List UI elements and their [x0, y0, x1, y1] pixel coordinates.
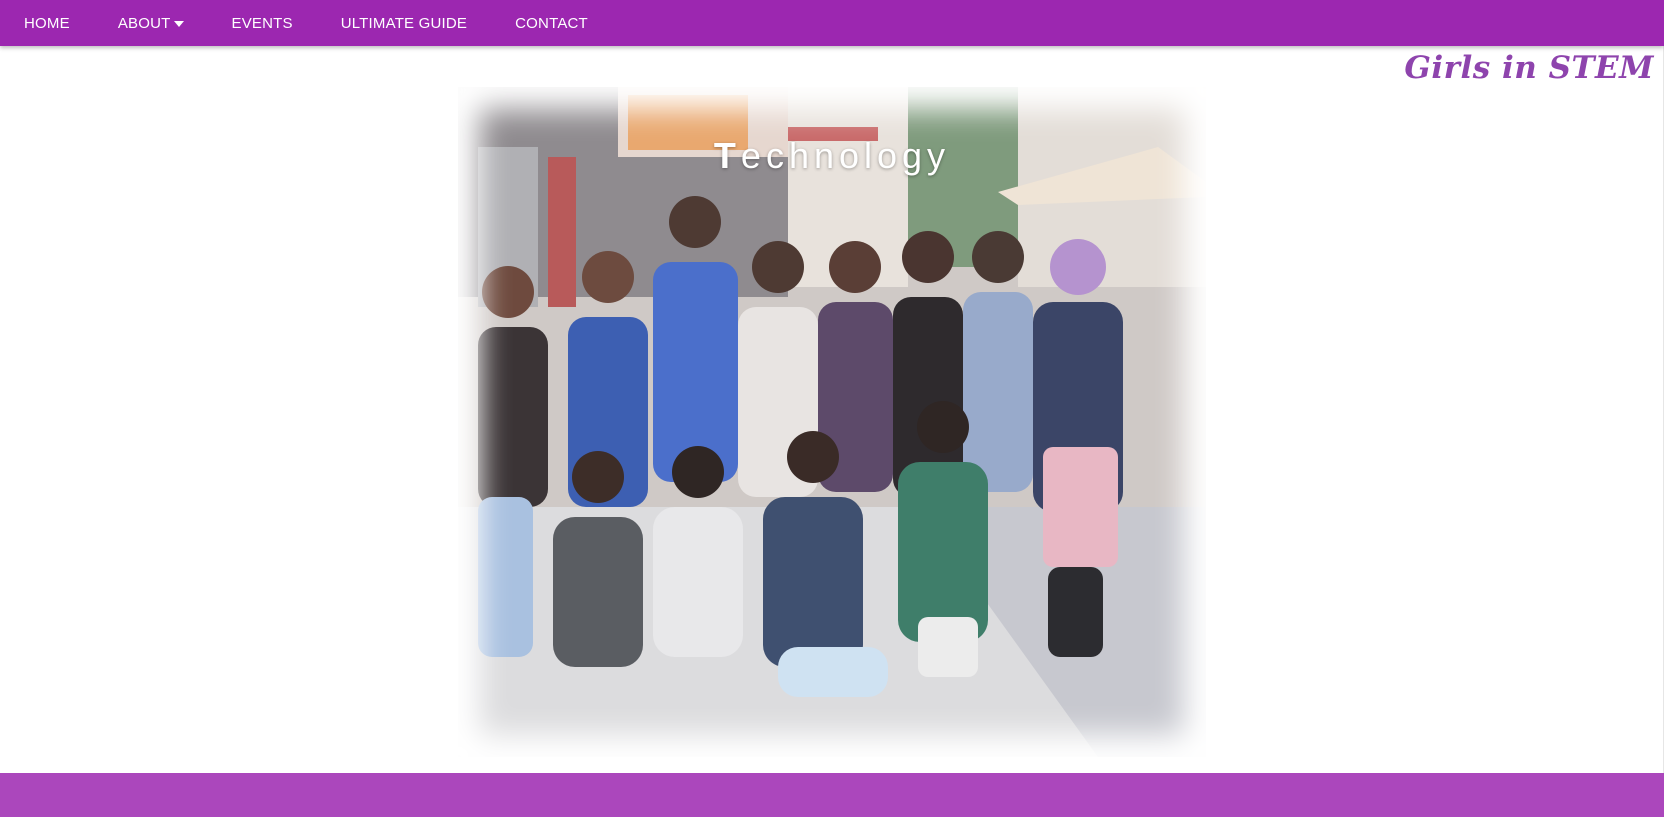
nav-item-home[interactable]: HOME: [24, 15, 70, 32]
site-logo-text[interactable]: Girls in STEM: [1404, 50, 1654, 86]
nav-item-home-label: HOME: [24, 14, 70, 32]
nav-item-contact[interactable]: CONTACT: [515, 15, 588, 32]
nav-item-about-label: ABOUT: [117, 14, 171, 32]
nav-item-events-label: EVENTS: [231, 14, 293, 32]
group-photo: [458, 87, 1206, 757]
nav-item-events[interactable]: EVENTS: [232, 15, 293, 32]
top-navbar: HOME ABOUT EVENTS ULTIMATE GUIDE CONTACT: [0, 0, 1664, 46]
nav-item-contact-label: CONTACT: [515, 14, 588, 32]
nav-item-ultimate-guide[interactable]: ULTIMATE GUIDE: [341, 15, 467, 32]
hero-title-rest: echnology: [740, 135, 951, 176]
footer-bar: [0, 773, 1664, 817]
nav-item-ultimate-guide-label: ULTIMATE GUIDE: [340, 14, 468, 32]
caret-down-icon: [173, 20, 184, 27]
hero-title: Technology: [458, 135, 1206, 177]
hero-image: Technology: [458, 87, 1206, 757]
nav-menu: HOME ABOUT EVENTS ULTIMATE GUIDE CONTACT: [0, 0, 1664, 46]
hero-title-first-letter: T: [713, 135, 741, 176]
nav-item-about[interactable]: ABOUT: [118, 15, 184, 32]
